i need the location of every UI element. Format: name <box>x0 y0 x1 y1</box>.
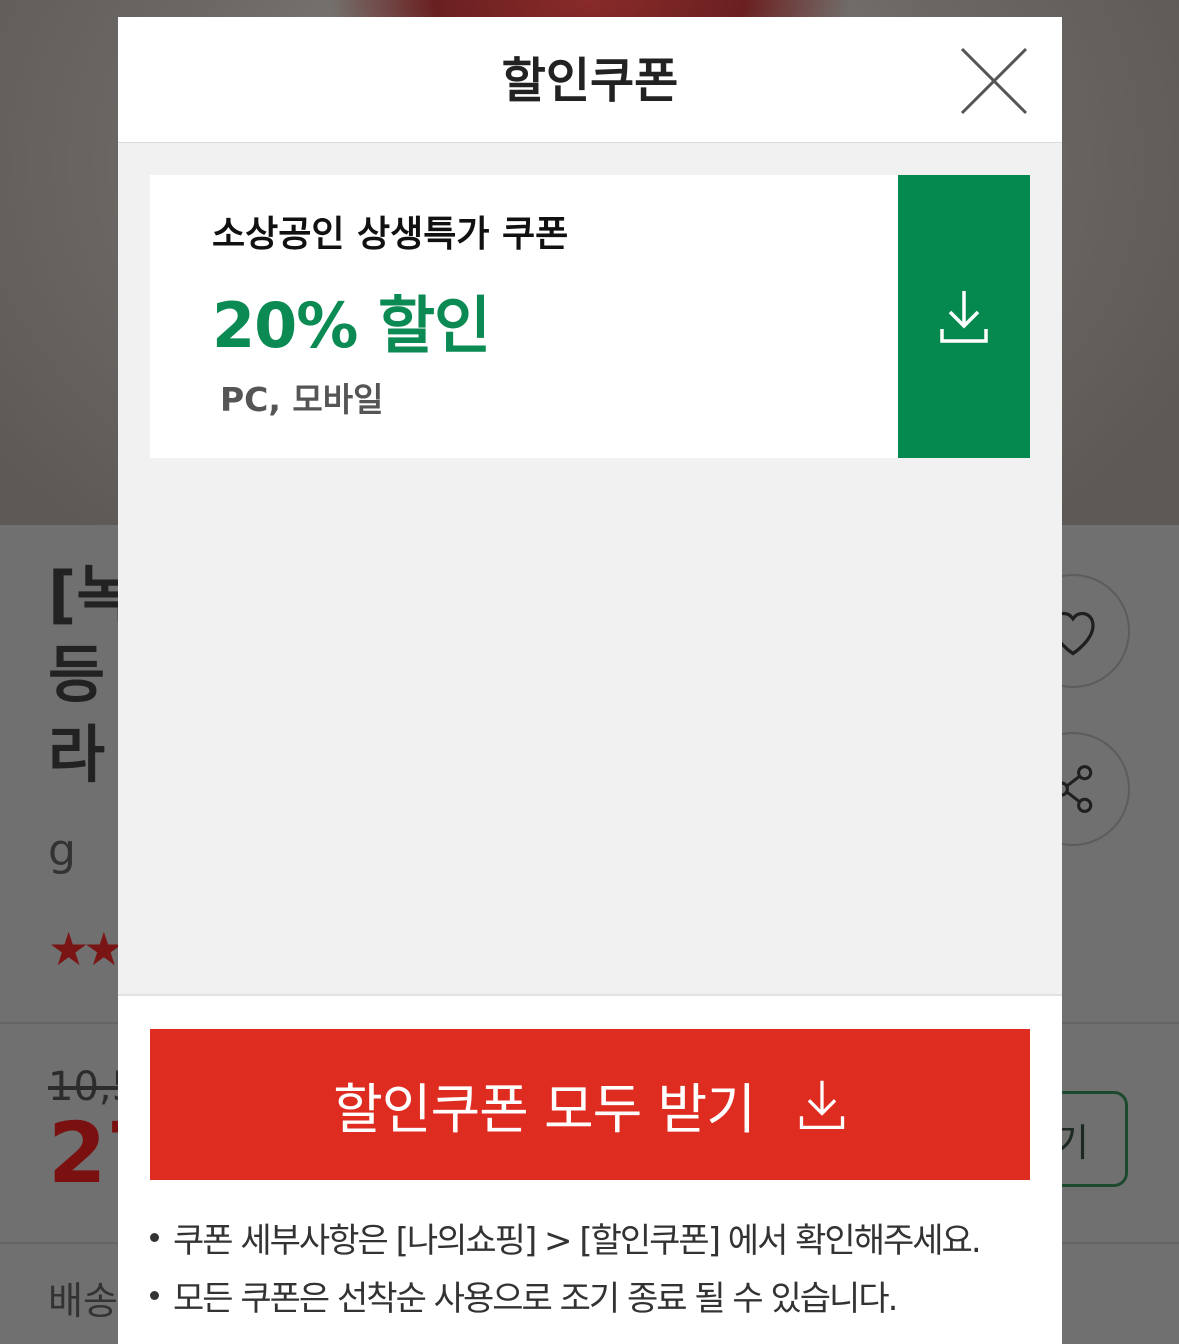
coupon-card: 소상공인 상생특가 쿠폰 20% 할인 PC, 모바일 <box>150 175 1030 458</box>
modal-header: 할인쿠폰 <box>118 17 1062 143</box>
download-all-label: 할인쿠폰 모두 받기 <box>333 1078 756 1141</box>
delivery-label: 배송 <box>48 1279 118 1323</box>
note-item: 모든 쿠폰은 선착순 사용으로 조기 종료 될 수 있습니다. <box>150 1266 1030 1324</box>
bullet-icon <box>150 1232 159 1242</box>
note-item: 쿠폰 세부사항은 [나의쇼핑] > [할인쿠폰] 에서 확인해주세요. <box>150 1208 1030 1266</box>
modal-footer: 할인쿠폰 모두 받기 쿠폰 세부사항은 [나의쇼핑] > [할인쿠폰] 에서 확… <box>118 994 1062 1344</box>
coupon-notes: 쿠폰 세부사항은 [나의쇼핑] > [할인쿠폰] 에서 확인해주세요. 모든 쿠… <box>150 1208 1030 1324</box>
product-unit: g <box>48 825 76 876</box>
download-all-coupons-button[interactable]: 할인쿠폰 모두 받기 <box>150 1029 1030 1180</box>
coupon-platform: PC, 모바일 <box>220 380 384 419</box>
note-text: 쿠폰 세부사항은 [나의쇼핑] > [할인쿠폰] 에서 확인해주세요. <box>173 1220 982 1261</box>
rating-stars: ★★ <box>48 922 123 976</box>
close-icon <box>960 47 1028 115</box>
modal-title: 할인쿠폰 <box>501 53 679 109</box>
coupon-modal: 할인쿠폰 소상공인 상생특가 쿠폰 20% 할인 PC, 모바일 할인쿠폰 모두… <box>118 17 1062 1344</box>
bullet-icon <box>150 1290 159 1300</box>
close-button[interactable] <box>958 45 1030 117</box>
download-icon <box>799 1080 845 1129</box>
coupon-discount: 20% 할인 <box>212 289 491 362</box>
coupon-name: 소상공인 상생특가 쿠폰 <box>212 214 569 255</box>
product-title: [녹 등 라 <box>48 558 128 791</box>
download-icon <box>940 290 988 343</box>
note-text: 모든 쿠폰은 선착순 사용으로 조기 종료 될 수 있습니다. <box>173 1278 898 1319</box>
coupon-download-button[interactable] <box>898 175 1030 458</box>
sale-price: 27 <box>48 1104 123 1202</box>
